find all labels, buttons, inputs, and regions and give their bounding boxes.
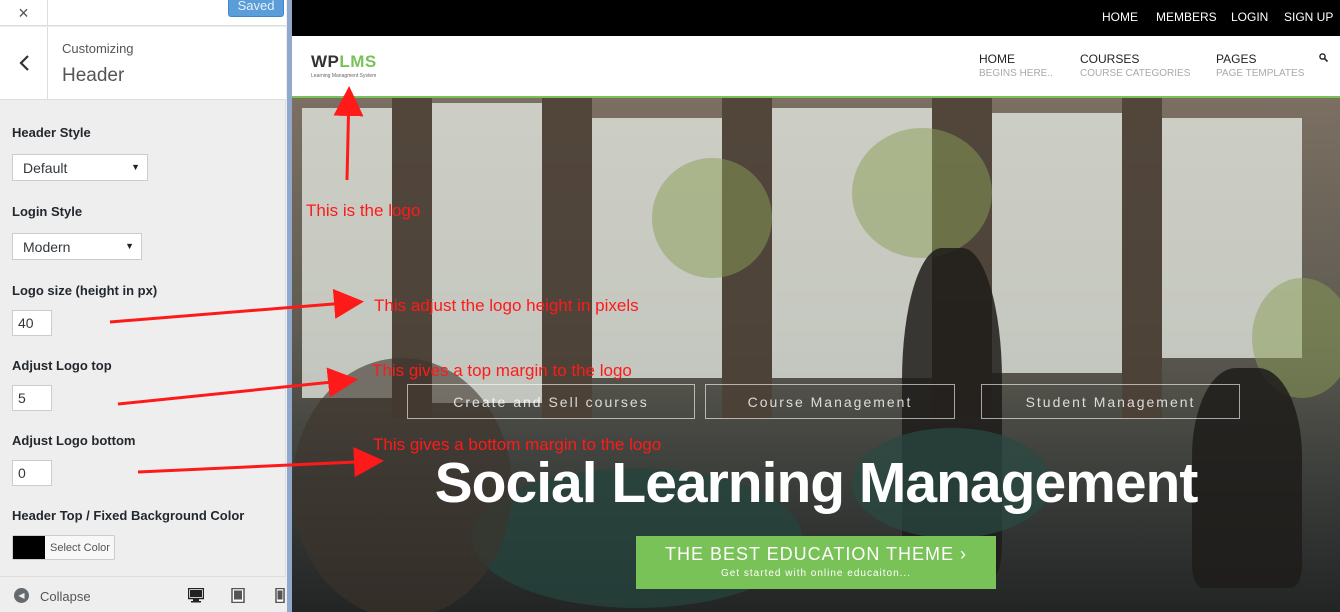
annotation-arrows xyxy=(109,86,384,478)
arrow-logo-bottom xyxy=(137,447,384,478)
annotation-logo-height: This adjust the logo height in pixels xyxy=(374,296,639,315)
annotation-logo-bottom: This gives a bottom margin to the logo xyxy=(373,435,662,454)
annotation-logo-top: This gives a top margin to the logo xyxy=(372,361,632,380)
arrow-logo-size xyxy=(109,288,364,324)
arrow-logo-top xyxy=(117,367,358,406)
screen: × Saved Customizing Header Header Style … xyxy=(0,0,1340,612)
annotation-logo: This is the logo xyxy=(306,201,421,220)
arrow-to-logo xyxy=(333,86,364,181)
